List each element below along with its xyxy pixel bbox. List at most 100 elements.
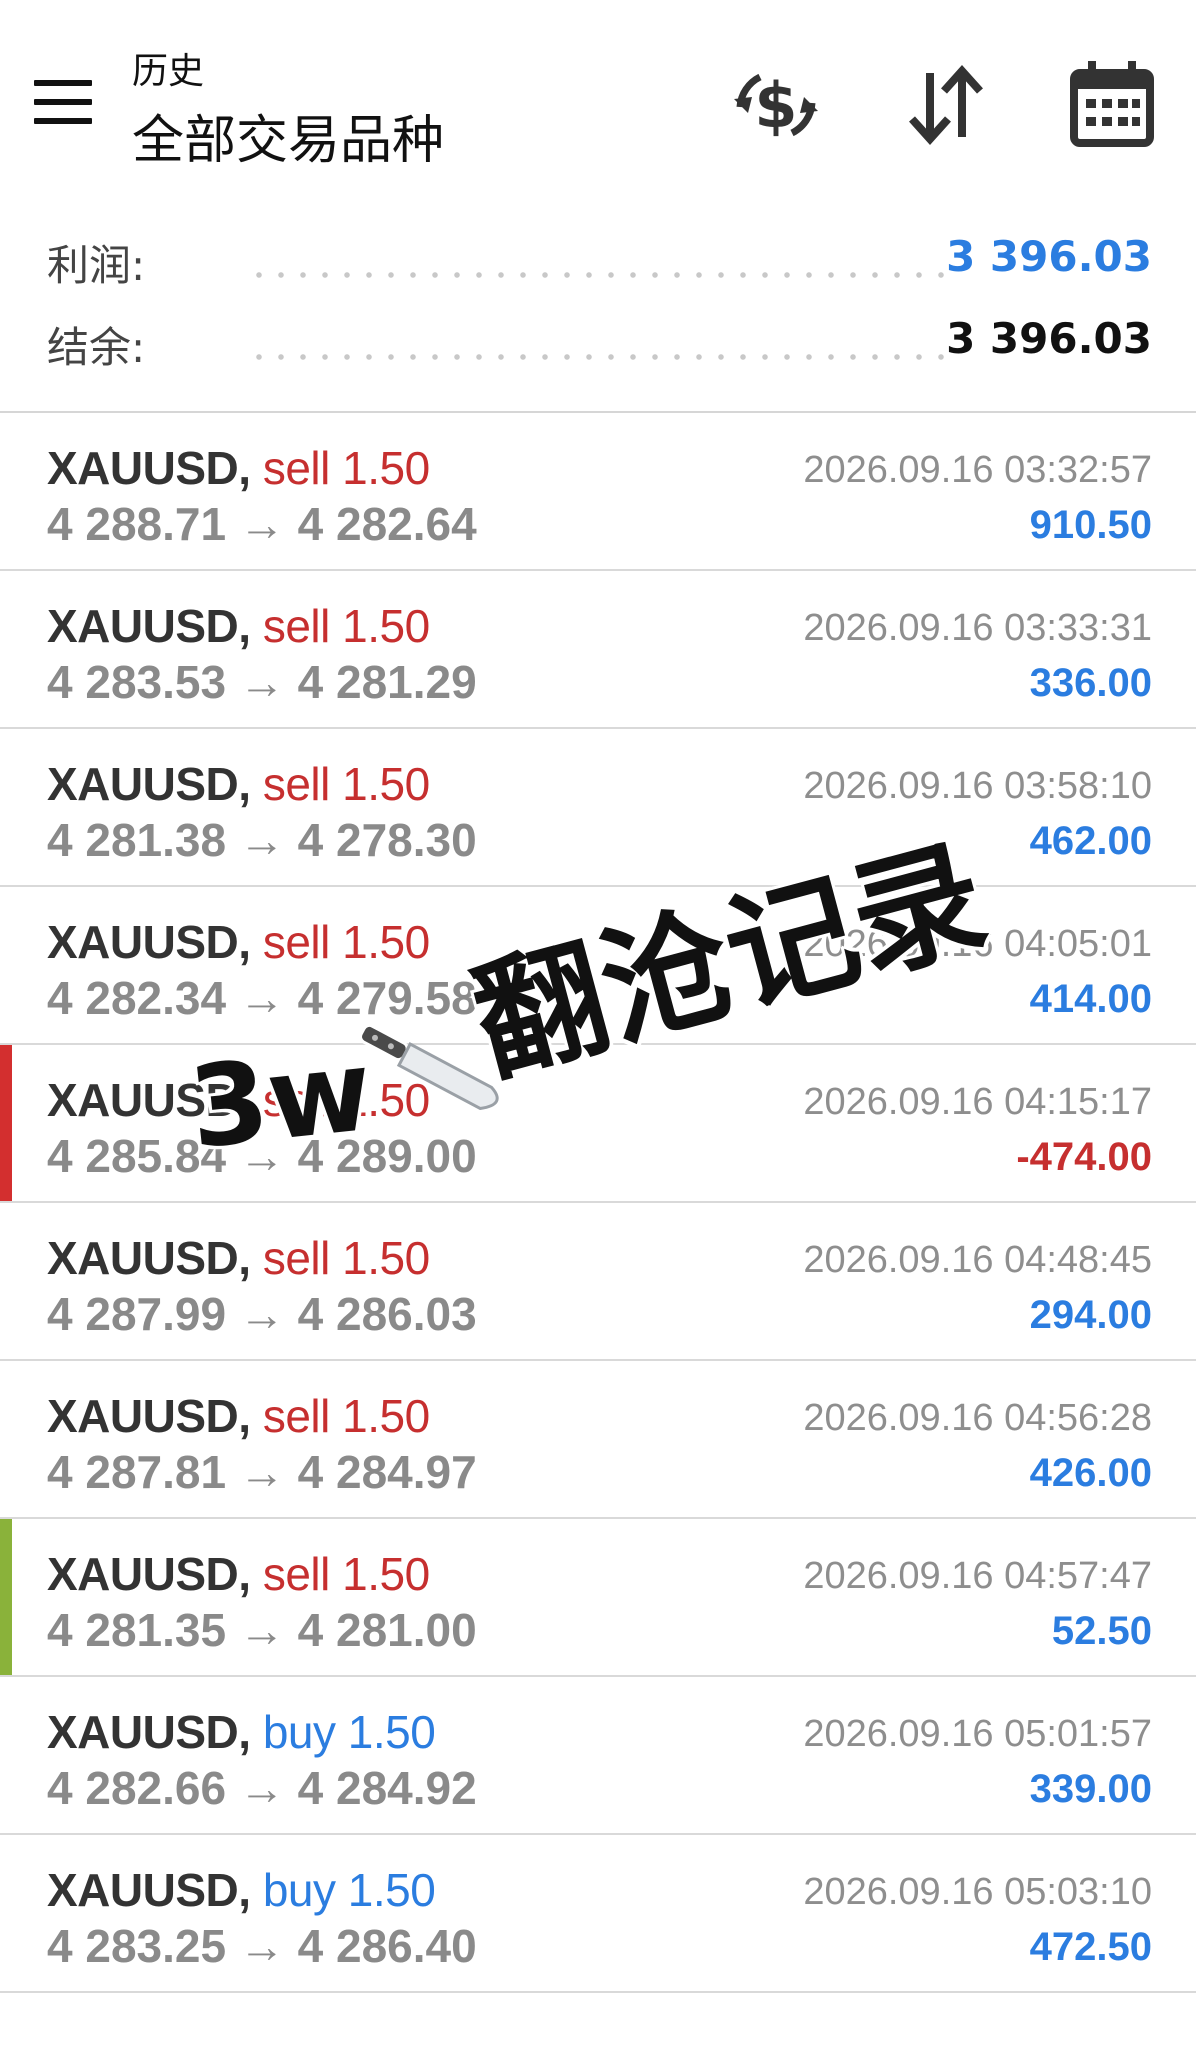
close-price: 4 286.03: [297, 1288, 477, 1340]
close-price: 4 278.30: [297, 814, 477, 866]
trade-profit: 462.00: [1029, 819, 1152, 863]
trade-profit: 472.50: [1029, 1925, 1152, 1969]
app-header: 历史 全部交易品种 $: [0, 0, 1196, 200]
currency-exchange-icon[interactable]: $: [726, 55, 826, 155]
trade-side: sell: [262, 758, 331, 810]
trade-row[interactable]: XAUUSD, sell 1.50 4 288.71 → 4 282.64 2026…: [0, 413, 1196, 571]
balance-label: 结余:: [47, 323, 146, 372]
trade-row[interactable]: XAUUSD, buy 1.50 4 283.25 → 4 286.40 2026.…: [0, 1835, 1196, 1993]
loss-marker-bar: [0, 1045, 12, 1201]
symbol-label: XAUUSD,: [47, 600, 251, 652]
trade-time: 2026.09.16 04:57:47: [803, 1555, 1152, 1597]
open-price: 4 283.25: [47, 1920, 227, 1972]
open-price: 4 282.66: [47, 1762, 227, 1814]
trade-row[interactable]: XAUUSD, sell 1.50 4 281.35 → 4 281.00 2026…: [0, 1519, 1196, 1677]
close-price: 4 282.64: [297, 498, 477, 550]
arrow-right-icon: →: [238, 1762, 285, 1814]
trade-time: 2026.09.16 04:56:28: [803, 1397, 1152, 1439]
trade-row[interactable]: XAUUSD, buy 1.50 4 282.66 → 4 284.92 2026.…: [0, 1677, 1196, 1835]
trade-row[interactable]: XAUUSD, sell 1.50 4 283.53 → 4 281.29 2026…: [0, 571, 1196, 729]
trade-time: 2026.09.16 03:58:10: [803, 765, 1152, 807]
symbol-label: XAUUSD,: [47, 916, 251, 968]
profit-summary-row: 利润: 3 396.03: [0, 232, 1196, 292]
trade-profit: 910.50: [1029, 503, 1152, 547]
page-subtitle: 历史: [132, 51, 205, 92]
trade-prices: 4 287.81 → 4 284.97: [47, 1445, 477, 1499]
dotted-leader: [248, 272, 946, 278]
trade-volume: 1.50: [347, 1706, 436, 1758]
trade-row[interactable]: XAUUSD, sell 1.50 4 281.38 → 4 278.30 2026…: [0, 729, 1196, 887]
trade-side: sell: [262, 1548, 331, 1600]
symbol-label: XAUUSD,: [47, 1232, 251, 1284]
symbol-label: XAUUSD,: [47, 1390, 251, 1442]
calendar-icon[interactable]: [1062, 55, 1162, 155]
open-price: 4 288.71: [47, 498, 227, 550]
trade-prices: 4 282.66 → 4 284.92: [47, 1761, 477, 1815]
arrow-right-icon: →: [238, 1920, 285, 1972]
symbol-label: XAUUSD,: [47, 758, 251, 810]
close-price: 4 284.97: [297, 1446, 477, 1498]
trade-profit: 339.00: [1029, 1767, 1152, 1811]
trade-side: buy: [262, 1864, 336, 1916]
arrow-right-icon: →: [238, 656, 285, 708]
trade-volume: 1.50: [342, 1232, 430, 1284]
trade-profit: 336.00: [1029, 661, 1152, 705]
trade-time: 2026.09.16 05:01:57: [803, 1713, 1152, 1755]
trade-volume: 1.50: [342, 758, 430, 810]
trade-prices: 4 283.53 → 4 281.29: [47, 655, 477, 709]
arrow-right-icon: →: [238, 1288, 285, 1340]
trade-side: sell: [262, 916, 331, 968]
trade-time: 2026.09.16 03:33:31: [803, 607, 1152, 649]
trade-symbol: XAUUSD, sell 1.50: [47, 1231, 430, 1285]
symbol-filter-title[interactable]: 全部交易品种: [132, 98, 444, 173]
balance-summary-row: 结余: 3 396.03: [0, 314, 1196, 374]
trade-volume: 1.50: [342, 600, 430, 652]
menu-icon[interactable]: [34, 80, 92, 124]
trade-time: 2026.09.16 04:15:17: [803, 1081, 1152, 1123]
arrow-right-icon: →: [238, 498, 285, 550]
open-price: 4 287.99: [47, 1288, 227, 1340]
close-price: 4 281.00: [297, 1604, 477, 1656]
symbol-label: XAUUSD,: [47, 1864, 251, 1916]
trade-symbol: XAUUSD, sell 1.50: [47, 915, 430, 969]
trade-symbol: XAUUSD, buy 1.50: [47, 1705, 436, 1759]
trade-prices: 4 281.35 → 4 281.00: [47, 1603, 477, 1657]
trade-side: sell: [262, 442, 331, 494]
trade-volume: 1.50: [342, 442, 430, 494]
trade-volume: 1.50: [347, 1864, 436, 1916]
trade-profit: 294.00: [1029, 1293, 1152, 1337]
trade-symbol: XAUUSD, sell 1.50: [47, 441, 430, 495]
open-price: 4 283.53: [47, 656, 227, 708]
arrow-right-icon: →: [238, 1446, 285, 1498]
trade-profit: 52.50: [1051, 1609, 1152, 1653]
trade-profit: -474.00: [1016, 1135, 1152, 1179]
trade-time: 2026.09.16 05:03:10: [803, 1871, 1152, 1913]
trade-symbol: XAUUSD, sell 1.50: [47, 1389, 430, 1443]
profit-label: 利润:: [47, 241, 146, 290]
trade-prices: 4 283.25 → 4 286.40: [47, 1919, 477, 1973]
trade-time: 2026.09.16 04:48:45: [803, 1239, 1152, 1281]
open-price: 4 281.38: [47, 814, 227, 866]
arrow-right-icon: →: [238, 814, 285, 866]
open-price: 4 282.34: [47, 972, 227, 1024]
trade-profit: 414.00: [1029, 977, 1152, 1021]
trade-side: sell: [262, 1390, 331, 1442]
profit-value: 3 396.03: [946, 232, 1152, 281]
arrow-right-icon: →: [238, 972, 285, 1024]
trade-symbol: XAUUSD, buy 1.50: [47, 1863, 436, 1917]
trade-row[interactable]: XAUUSD, sell 1.50 4 287.99 → 4 286.03 2026…: [0, 1203, 1196, 1361]
open-price: 4 287.81: [47, 1446, 227, 1498]
trade-prices: 4 288.71 → 4 282.64: [47, 497, 477, 551]
trade-prices: 4 281.38 → 4 278.30: [47, 813, 477, 867]
arrow-right-icon: →: [238, 1604, 285, 1656]
symbol-label: XAUUSD,: [47, 442, 251, 494]
trade-profit: 426.00: [1029, 1451, 1152, 1495]
trade-side: sell: [262, 600, 331, 652]
open-price: 4 281.35: [47, 1604, 227, 1656]
trade-symbol: XAUUSD, sell 1.50: [47, 757, 430, 811]
trade-side: sell: [262, 1232, 331, 1284]
trade-time: 2026.09.16 03:32:57: [803, 449, 1152, 491]
trade-row[interactable]: XAUUSD, sell 1.50 4 287.81 → 4 284.97 2026…: [0, 1361, 1196, 1519]
sort-icon[interactable]: [896, 55, 996, 155]
trade-prices: 4 287.99 → 4 286.03: [47, 1287, 477, 1341]
